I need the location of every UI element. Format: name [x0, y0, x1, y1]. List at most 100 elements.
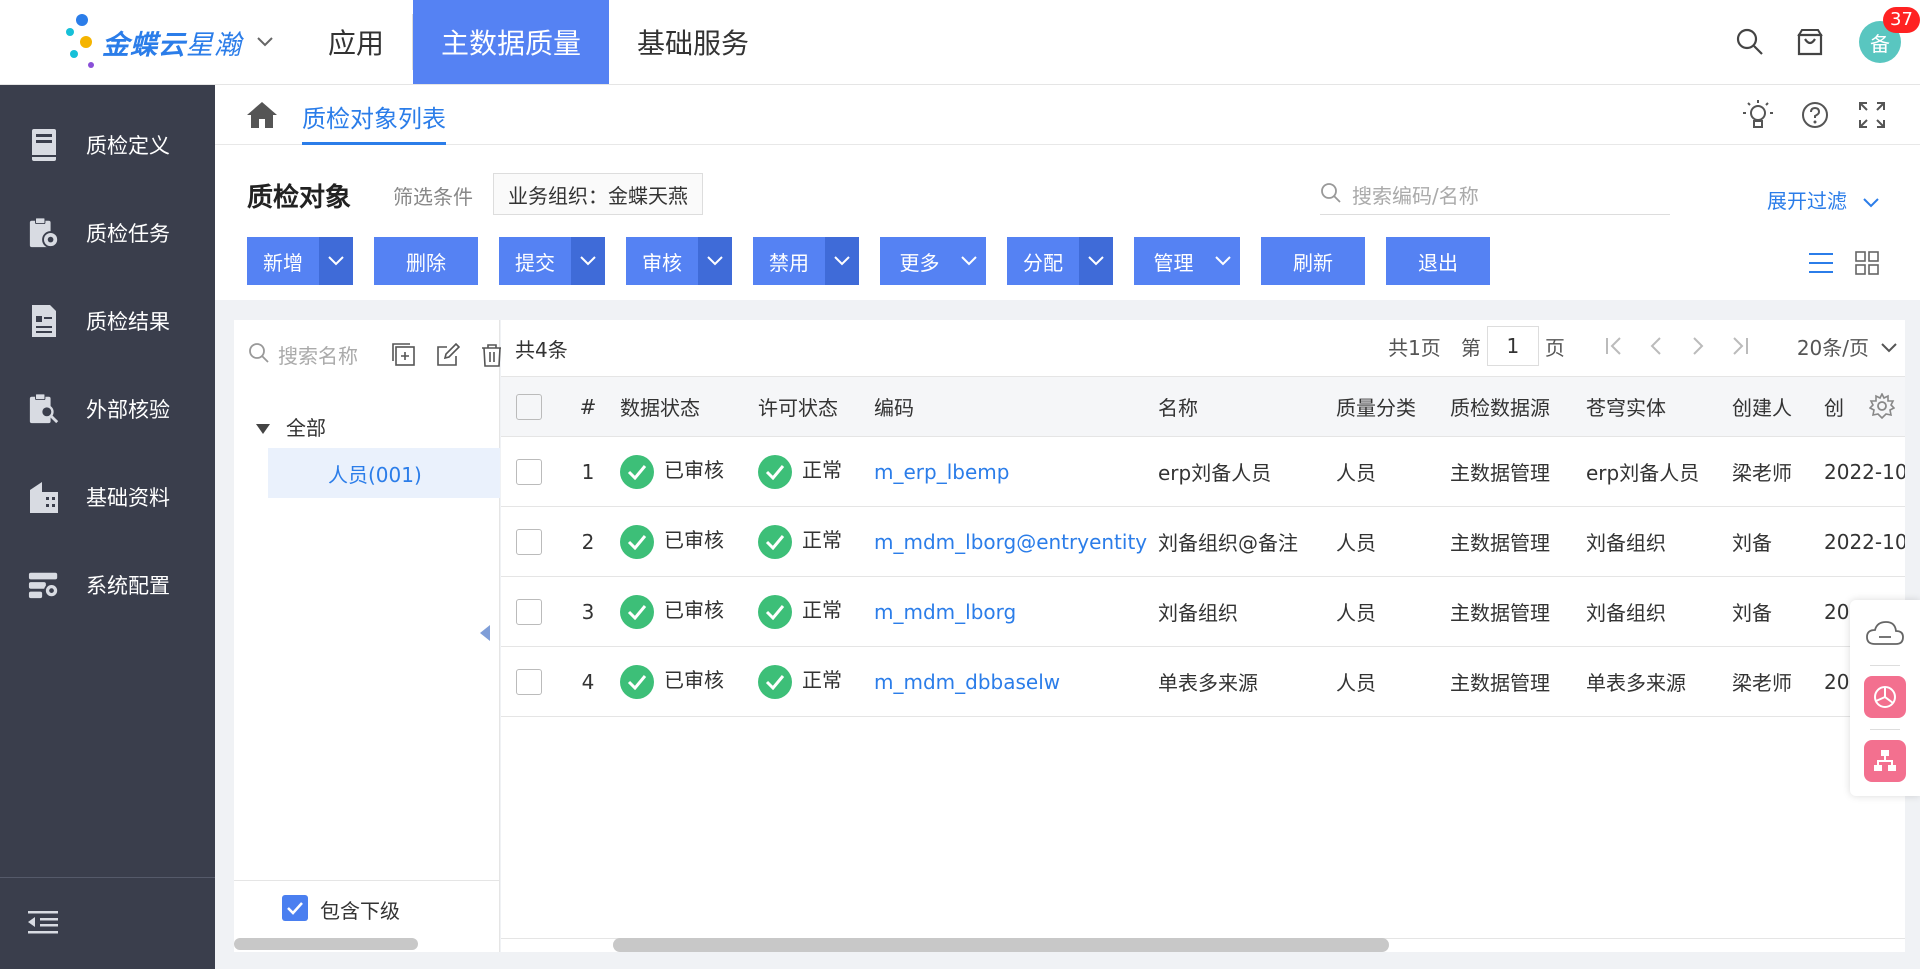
chevron-down-icon[interactable] [698, 237, 732, 285]
exit-button[interactable]: 退出 [1386, 237, 1490, 285]
sidebar-collapse[interactable] [0, 877, 215, 969]
search-input[interactable]: 搜索编码/名称 [1320, 175, 1670, 215]
permit-status-cell: 正常 [757, 436, 873, 507]
submit-button[interactable]: 提交 [499, 237, 605, 285]
help-icon[interactable] [1786, 95, 1843, 135]
horizontal-scrollbar[interactable] [613, 938, 1389, 952]
last-page-icon[interactable] [1719, 336, 1761, 356]
column-header[interactable]: 名称 [1157, 376, 1335, 437]
audit-button[interactable]: 审核 [626, 237, 732, 285]
column-header[interactable]: # [557, 376, 619, 437]
name-cell: 刘备组织 [1157, 576, 1335, 647]
filter-tag[interactable]: 业务组织：金蝶天燕 [493, 173, 703, 215]
cloud-icon[interactable] [1864, 612, 1906, 654]
avatar[interactable]: 备 37 [1859, 7, 1920, 63]
assign-button[interactable]: 分配 [1007, 237, 1113, 285]
include-sub-checkbox[interactable] [282, 895, 308, 921]
page-number-input[interactable]: 1 [1486, 326, 1539, 366]
row-checkbox[interactable] [516, 668, 542, 695]
refresh-button[interactable]: 刷新 [1261, 237, 1365, 285]
sidebar-item-system-config[interactable]: 系统配置 [0, 541, 215, 629]
expand-filter-link[interactable]: 展开过滤 [1767, 185, 1880, 214]
sidebar-item-qc-result[interactable]: 质检结果 [0, 277, 215, 365]
column-header[interactable]: 质检数据源 [1449, 376, 1585, 437]
brand-logo[interactable]: 金蝶云星瀚 [60, 14, 274, 70]
tree-scrollbar[interactable] [234, 938, 418, 950]
more-button[interactable]: 更多 [880, 237, 986, 285]
top-nav-basic-services[interactable]: 基础服务 [609, 0, 777, 84]
report-icon [28, 303, 60, 339]
search-icon[interactable] [1720, 12, 1780, 72]
column-header[interactable]: 苍穹实体 [1585, 376, 1731, 437]
column-header[interactable]: 许可状态 [757, 376, 873, 437]
collapse-left-icon[interactable] [480, 625, 492, 645]
row-checkbox[interactable] [516, 458, 542, 485]
disable-button[interactable]: 禁用 [753, 237, 859, 285]
org-chart-icon[interactable] [1864, 740, 1906, 782]
row-checkbox[interactable] [516, 528, 542, 555]
next-page-icon[interactable] [1677, 336, 1719, 356]
code-link[interactable]: m_mdm_lborg@entryentity [873, 506, 1157, 577]
permit-status-cell: 正常 [757, 576, 873, 647]
gear-icon[interactable] [1868, 392, 1896, 424]
tree-node-all[interactable]: 全部 [256, 412, 326, 441]
table-row[interactable]: 1 已审核 正常 m_erp_lbemp erp刘备人员 人员 主数据管理 er… [501, 436, 1905, 507]
chevron-down-icon [952, 237, 986, 285]
tree-search-input[interactable]: 搜索名称 [248, 340, 358, 369]
page-size-select[interactable]: 20条/页 [1797, 332, 1897, 361]
top-bar: 金蝶云星瀚 应用 主数据质量 基础服务 备 37 [0, 0, 1920, 85]
fullscreen-icon[interactable] [1843, 95, 1900, 135]
add-button[interactable]: 新增 [247, 237, 353, 285]
shopping-bag-icon[interactable] [1780, 12, 1840, 72]
sidebar-item-qc-definition[interactable]: 质检定义 [0, 101, 215, 189]
table-row[interactable]: 2 已审核 正常 m_mdm_lborg@entryentity 刘备组织@备注… [501, 506, 1905, 577]
delete-button[interactable]: 删除 [374, 237, 478, 285]
column-header[interactable]: 创建人 [1731, 376, 1823, 437]
top-nav-master-data-quality[interactable]: 主数据质量 [413, 0, 610, 84]
code-link[interactable]: m_erp_lbemp [873, 436, 1157, 507]
add-node-icon[interactable] [382, 340, 426, 370]
code-link[interactable]: m_mdm_lborg [873, 576, 1157, 647]
check-circle-icon [758, 664, 792, 699]
select-all-checkbox[interactable] [516, 393, 542, 420]
column-header[interactable]: 数据状态 [619, 376, 757, 437]
table-row[interactable]: 4 已审核 正常 m_mdm_dbbaselw 单表多来源 人员 主数据管理 单… [501, 646, 1905, 717]
column-header[interactable]: 编码 [873, 376, 1157, 437]
edit-icon[interactable] [426, 340, 470, 370]
lightbulb-icon[interactable] [1729, 95, 1786, 135]
data-status-cell: 已审核 [619, 506, 757, 577]
caret-down-icon[interactable] [256, 415, 270, 439]
breadcrumb: 质检对象列表 [215, 85, 1920, 145]
sidebar-item-qc-task[interactable]: 质检任务 [0, 189, 215, 277]
chevron-down-icon[interactable] [256, 33, 274, 52]
home-icon[interactable] [245, 100, 279, 134]
top-nav-apps[interactable]: 应用 [300, 0, 412, 84]
chevron-down-icon[interactable] [825, 237, 859, 285]
grid-view-icon[interactable] [1844, 245, 1890, 281]
tree-footer: 包含下级 [234, 880, 500, 952]
manage-button[interactable]: 管理 [1134, 237, 1240, 285]
chevron-down-icon[interactable] [1079, 237, 1113, 285]
tab-qc-object-list[interactable]: 质检对象列表 [302, 85, 446, 145]
user-menu[interactable]: 备 37 [1840, 7, 1920, 72]
top-right-tools: 备 37 [1720, 0, 1920, 84]
chevron-down-icon[interactable] [319, 237, 353, 285]
chart-app-icon[interactable] [1864, 676, 1906, 718]
prev-page-icon[interactable] [1635, 336, 1677, 356]
column-header-partial[interactable]: 创 [1823, 376, 1905, 437]
chevron-down-icon[interactable] [571, 237, 605, 285]
sidebar-item-external-check[interactable]: 外部核验 [0, 365, 215, 453]
code-link[interactable]: m_mdm_dbbaselw [873, 646, 1157, 717]
brand-name: 金蝶云星瀚 [102, 29, 242, 61]
first-page-icon[interactable] [1593, 336, 1635, 356]
column-header[interactable]: 质量分类 [1335, 376, 1449, 437]
row-checkbox[interactable] [516, 598, 542, 625]
list-view-icon[interactable] [1798, 245, 1844, 281]
tree-node-personnel[interactable]: 人员(001) [268, 448, 500, 498]
notification-badge: 37 [1883, 7, 1920, 33]
table-row[interactable]: 3 已审核 正常 m_mdm_lborg 刘备组织 人员 主数据管理 刘备组织 … [501, 576, 1905, 647]
table-header-row: # 数据状态 许可状态 编码 名称 质量分类 质检数据源 苍穹实体 创建人 创 [501, 376, 1905, 437]
sidebar-item-basic-data[interactable]: 基础资料 [0, 453, 215, 541]
collapse-menu-icon[interactable] [28, 909, 58, 939]
name-cell: 刘备组织@备注 [1157, 506, 1335, 577]
